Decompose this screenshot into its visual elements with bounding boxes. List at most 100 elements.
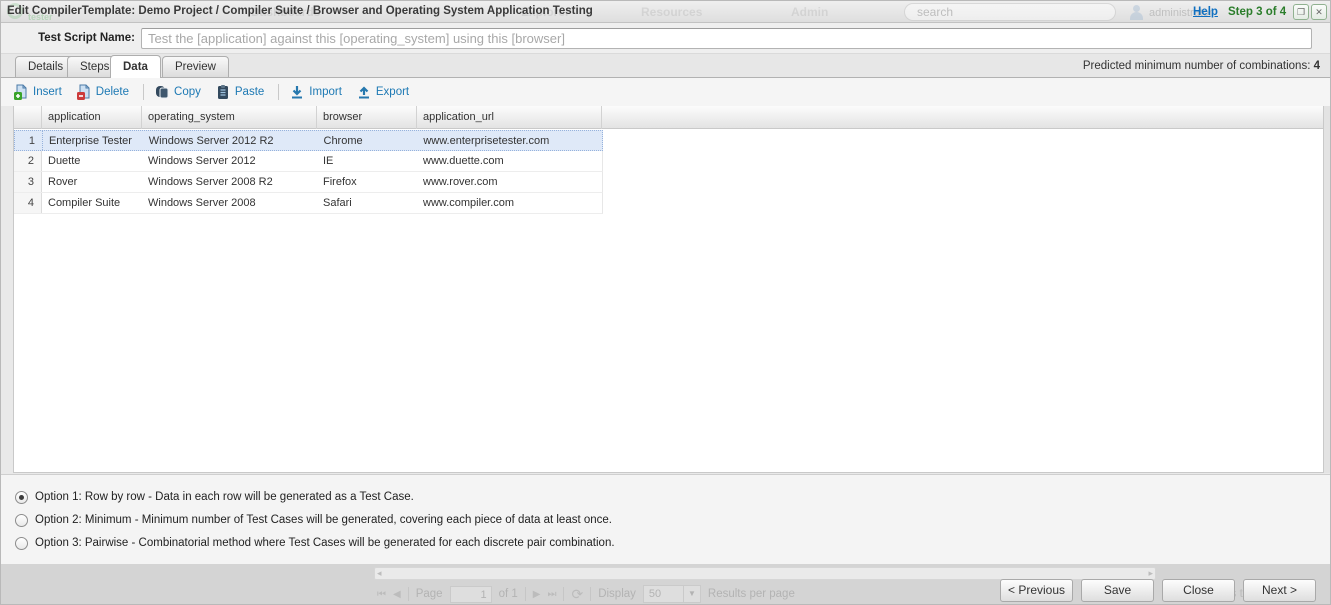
display-label: Display: [598, 588, 636, 600]
dialog-title-bar: tester Dashboards Explorer Resources Adm…: [1, 1, 1331, 23]
predicted-combinations-text: Predicted minimum number of combinations…: [1083, 60, 1314, 72]
cell-application-url: www.compiler.com: [417, 193, 602, 213]
cell-application-url: www.rover.com: [417, 172, 602, 192]
toolbar-separator: [278, 84, 279, 100]
insert-label: Insert: [33, 86, 62, 98]
last-page-icon: ⏭: [547, 589, 556, 600]
page-label: Page: [416, 588, 443, 600]
insert-icon: [13, 84, 29, 100]
column-header-operating-system[interactable]: operating_system: [142, 106, 317, 129]
option-row-by-row[interactable]: Option 1: Row by row - Data in each row …: [15, 489, 414, 505]
insert-button[interactable]: Insert: [13, 84, 62, 100]
table-row[interactable]: 2 Duette Windows Server 2012 IE www.duet…: [14, 151, 603, 172]
tab-data[interactable]: Data: [110, 55, 161, 78]
paste-button[interactable]: Paste: [215, 84, 264, 100]
page-of-label: of 1: [499, 588, 518, 600]
background-search-input: search: [904, 3, 1116, 21]
column-header-browser[interactable]: browser: [317, 106, 417, 129]
predicted-combinations-value: 4: [1314, 60, 1320, 72]
copy-icon: [154, 84, 170, 100]
pager-separator: [525, 587, 526, 601]
table-row[interactable]: 3 Rover Windows Server 2008 R2 Firefox w…: [14, 172, 603, 193]
radio-icon[interactable]: [15, 537, 28, 550]
table-row[interactable]: 4 Compiler Suite Windows Server 2008 Saf…: [14, 193, 603, 214]
data-grid: application operating_system browser app…: [13, 106, 1324, 473]
cell-operating-system: Windows Server 2008 R2: [142, 172, 317, 192]
cell-browser: Safari: [317, 193, 417, 213]
prev-page-icon: ◀: [393, 589, 401, 600]
previous-button[interactable]: < Previous: [1000, 579, 1073, 602]
option-label: Option 3: Pairwise - Combinatorial metho…: [35, 537, 615, 549]
test-script-name-label: Test Script Name:: [1, 23, 135, 54]
tab-strip: Details Steps Data Preview Predicted min…: [1, 54, 1331, 78]
copy-button[interactable]: Copy: [154, 84, 201, 100]
refresh-icon: ⟳: [571, 586, 583, 603]
export-icon: [356, 84, 372, 100]
first-page-icon: ⏮: [377, 589, 386, 600]
delete-button[interactable]: Delete: [76, 84, 129, 100]
dialog-title: Edit CompilerTemplate: Demo Project / Co…: [7, 5, 593, 17]
close-icon: ✕: [1315, 7, 1323, 17]
predicted-combinations-note: Predicted minimum number of combinations…: [1083, 60, 1320, 72]
paste-icon: [215, 84, 231, 100]
cell-application: Enterprise Tester: [43, 131, 143, 150]
scrollbar-right-icon: ▸: [1148, 568, 1153, 579]
cell-application: Duette: [42, 151, 142, 171]
data-grid-toolbar: Insert Delete Copy Paste Import Export: [1, 78, 1331, 106]
grid-right-gutter: [1324, 106, 1331, 473]
option-minimum[interactable]: Option 2: Minimum - Minimum number of Te…: [15, 512, 612, 528]
tab-preview[interactable]: Preview: [162, 56, 229, 77]
background-nav-resources: Resources: [641, 5, 702, 19]
row-number: 4: [14, 193, 42, 213]
next-page-icon: ▶: [533, 589, 541, 600]
column-header-filler: [602, 106, 1323, 129]
option-pairwise[interactable]: Option 3: Pairwise - Combinatorial metho…: [15, 535, 615, 551]
user-avatar-icon: [1128, 4, 1145, 21]
radio-icon[interactable]: [15, 514, 28, 527]
import-button[interactable]: Import: [289, 84, 342, 100]
export-button[interactable]: Export: [356, 84, 409, 100]
column-header-application[interactable]: application: [42, 106, 142, 129]
copy-label: Copy: [174, 86, 201, 98]
edit-compiler-template-dialog: tester Dashboards Explorer Resources Adm…: [0, 0, 1331, 605]
cell-browser: Firefox: [317, 172, 417, 192]
import-icon: [289, 84, 305, 100]
help-link[interactable]: Help: [1193, 6, 1218, 18]
generation-options-panel: Option 1: Row by row - Data in each row …: [1, 474, 1331, 564]
cell-application: Compiler Suite: [42, 193, 142, 213]
scrollbar-left-icon: ◂: [377, 568, 382, 579]
cell-operating-system: Windows Server 2012 R2: [143, 131, 318, 150]
background-nav-admin: Admin: [791, 5, 828, 19]
delete-icon: [76, 84, 92, 100]
page-number-input: 1: [450, 586, 492, 603]
toolbar-separator: [143, 84, 144, 100]
cell-browser: IE: [317, 151, 417, 171]
export-label: Export: [376, 86, 409, 98]
table-row[interactable]: 1 Enterprise Tester Windows Server 2012 …: [14, 130, 603, 151]
grid-header-row: application operating_system browser app…: [14, 106, 1323, 129]
chevron-down-icon: ▼: [683, 586, 700, 603]
cell-application-url: www.enterprisetester.com: [417, 131, 602, 150]
maximize-button[interactable]: ❐: [1293, 4, 1309, 20]
display-count-value: 50: [649, 588, 661, 600]
column-header-application-url[interactable]: application_url: [417, 106, 602, 129]
cell-application-url: www.duette.com: [417, 151, 602, 171]
close-dialog-button[interactable]: Close: [1162, 579, 1235, 602]
row-number: 1: [15, 131, 43, 150]
paste-label: Paste: [235, 86, 264, 98]
option-label: Option 1: Row by row - Data in each row …: [35, 491, 414, 503]
test-script-name-row: Test Script Name:: [1, 23, 1331, 54]
radio-icon[interactable]: [15, 491, 28, 504]
display-count-select: 50 ▼: [643, 585, 701, 603]
test-script-name-input[interactable]: [141, 28, 1312, 49]
save-button[interactable]: Save: [1081, 579, 1154, 602]
row-number: 3: [14, 172, 42, 192]
column-header-rownum: [14, 106, 42, 129]
close-button[interactable]: ✕: [1311, 4, 1327, 20]
row-number: 2: [14, 151, 42, 171]
cell-application: Rover: [42, 172, 142, 192]
pager-separator: [408, 587, 409, 601]
cell-operating-system: Windows Server 2008: [142, 193, 317, 213]
next-button[interactable]: Next >: [1243, 579, 1316, 602]
maximize-icon: ❐: [1297, 7, 1305, 17]
